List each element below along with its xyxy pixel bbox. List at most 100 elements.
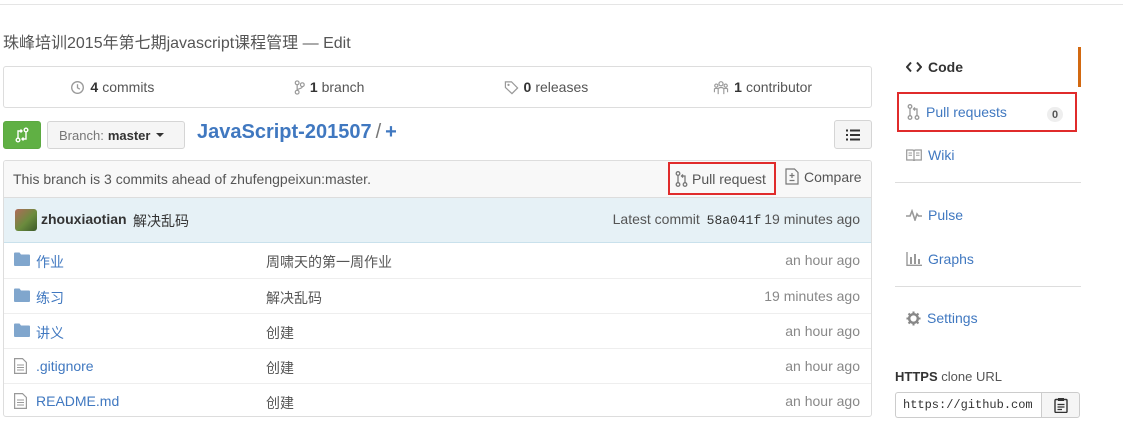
file-name-link[interactable]: 练习 [36, 288, 64, 308]
sidebar-item-pull-requests[interactable]: Pull requests 0 [897, 92, 1077, 132]
contributor-stat[interactable]: 1 contributor [654, 67, 871, 107]
pull-requests-counter: 0 [1047, 107, 1063, 122]
clipboard-icon [1053, 398, 1068, 413]
branch-icon [294, 79, 305, 95]
commit-sha-link[interactable]: 58a041f [707, 213, 762, 228]
file-commit-message[interactable]: 创建 [266, 393, 294, 413]
file-commit-message[interactable]: 创建 [266, 358, 294, 378]
organization-icon [714, 80, 729, 94]
table-row: 讲义 创建 an hour ago [4, 313, 871, 348]
branch-count: 1 [309, 79, 318, 95]
file-commit-message[interactable]: 解决乱码 [266, 288, 322, 308]
sidebar-item-label: Graphs [928, 251, 974, 267]
repo-description-text: 珠峰培训2015年第七期javascript课程管理 [3, 35, 299, 52]
file-icon [14, 358, 27, 377]
latest-commit-prefix: Latest commit [612, 211, 700, 227]
pull-request-label: Pull request [692, 170, 766, 187]
contributor-count: 1 [734, 79, 742, 95]
sidebar-item-graphs[interactable]: Graphs [895, 239, 1081, 279]
compare-icon [15, 127, 29, 143]
folder-icon [14, 288, 30, 305]
contributor-label: contributor [745, 79, 813, 95]
sidebar-divider [895, 286, 1081, 287]
compare-label: Compare [804, 168, 862, 185]
sidebar-item-label: Settings [927, 310, 978, 326]
toggle-list-button[interactable] [834, 120, 872, 149]
file-navigation: This branch is 3 commits ahead of zhufen… [3, 160, 872, 417]
repo-stats-bar: 4 commits 1 branch 0 releases 1 contributor [3, 66, 872, 108]
sidebar-item-code[interactable]: Code [895, 47, 1081, 87]
file-age: an hour ago [785, 252, 860, 268]
file-age: an hour ago [785, 393, 860, 409]
table-row: 练习 解决乱码 19 minutes ago [4, 278, 871, 313]
sidebar-item-label: Wiki [928, 147, 955, 163]
pull-request-icon [675, 170, 688, 187]
clone-label-text: clone URL [941, 369, 1002, 384]
file-list: 作业 周啸天的第一周作业 an hour ago 练习 解决乱码 19 minu… [4, 243, 871, 416]
clone-url-input[interactable]: https://github.com [895, 392, 1042, 418]
book-icon [906, 148, 922, 161]
file-commit-message[interactable]: 周啸天的第一周作业 [266, 252, 392, 272]
path-separator: / [375, 121, 382, 143]
sidebar-item-pulse[interactable]: Pulse [895, 195, 1081, 235]
commits-stat[interactable]: 4 commits [4, 67, 221, 107]
branch-name: master [107, 127, 151, 143]
file-name-link[interactable]: .gitignore [36, 358, 94, 374]
compare-link[interactable]: Compare [785, 168, 862, 185]
copy-url-button[interactable] [1041, 392, 1080, 418]
branch-ahead-text: This branch is 3 commits ahead of zhufen… [13, 171, 371, 187]
avatar[interactable] [15, 209, 37, 231]
repo-description: 珠峰培训2015年第七期javascript课程管理 — Edit [3, 29, 351, 53]
header-divider [0, 4, 1123, 5]
file-name-link[interactable]: 讲义 [36, 323, 64, 343]
commits-label: commits [102, 79, 155, 95]
file-age: an hour ago [785, 323, 860, 339]
clone-url-label: HTTPS clone URL [895, 369, 1002, 384]
folder-icon [14, 252, 30, 269]
chevron-down-icon [156, 133, 165, 137]
branch-ahead-bar: This branch is 3 commits ahead of zhufen… [4, 161, 871, 198]
pulse-icon [906, 209, 922, 221]
pull-request-link[interactable]: Pull request [668, 162, 776, 195]
file-age: an hour ago [785, 358, 860, 374]
branch-stat[interactable]: 1 branch [221, 67, 438, 107]
code-icon [906, 61, 922, 73]
table-row: .gitignore 创建 an hour ago [4, 348, 871, 383]
file-name-link[interactable]: 作业 [36, 252, 64, 272]
edit-separator: — [298, 35, 324, 52]
branch-prefix: Branch: [59, 127, 104, 143]
diff-icon [785, 168, 799, 185]
clone-protocol[interactable]: HTTPS [895, 369, 938, 384]
latest-commit-info: Latest commit 58a041f 19 minutes ago [613, 211, 860, 228]
releases-stat[interactable]: 0 releases [438, 67, 655, 107]
commit-author[interactable]: zhouxiaotian [41, 211, 127, 227]
releases-label: releases [535, 79, 589, 95]
table-row: 作业 周啸天的第一周作业 an hour ago [4, 243, 871, 278]
breadcrumb: JavaScript-201507/+ [197, 121, 397, 144]
file-name-link[interactable]: README.md [36, 393, 119, 409]
tag-icon [504, 80, 518, 94]
table-row: README.md 创建 an hour ago [4, 383, 871, 416]
new-file-button[interactable]: + [385, 121, 397, 143]
file-commit-message[interactable]: 创建 [266, 323, 294, 343]
gear-icon [906, 310, 921, 326]
commit-age: 19 minutes ago [764, 211, 860, 227]
latest-commit-bar: zhouxiaotian 解决乱码 Latest commit 58a041f 1… [4, 198, 871, 243]
file-age: 19 minutes ago [764, 288, 860, 304]
commits-count: 4 [90, 79, 99, 95]
list-icon [846, 129, 860, 140]
sidebar-item-wiki[interactable]: Wiki [895, 135, 1081, 175]
sidebar-item-settings[interactable]: Settings [895, 298, 1081, 338]
pull-request-icon [907, 104, 920, 120]
edit-description-link[interactable]: Edit [323, 35, 351, 52]
repo-root-link[interactable]: JavaScript-201507 [197, 121, 372, 143]
graph-icon [906, 252, 922, 266]
branch-select-button[interactable]: Branch: master [47, 121, 185, 149]
releases-count: 0 [523, 79, 532, 95]
commit-message[interactable]: 解决乱码 [133, 211, 189, 231]
compare-review-button[interactable] [3, 121, 41, 149]
branch-label: branch [321, 79, 365, 95]
sidebar-item-label: Code [928, 59, 963, 75]
sidebar-divider [895, 182, 1081, 183]
file-icon [14, 393, 27, 412]
